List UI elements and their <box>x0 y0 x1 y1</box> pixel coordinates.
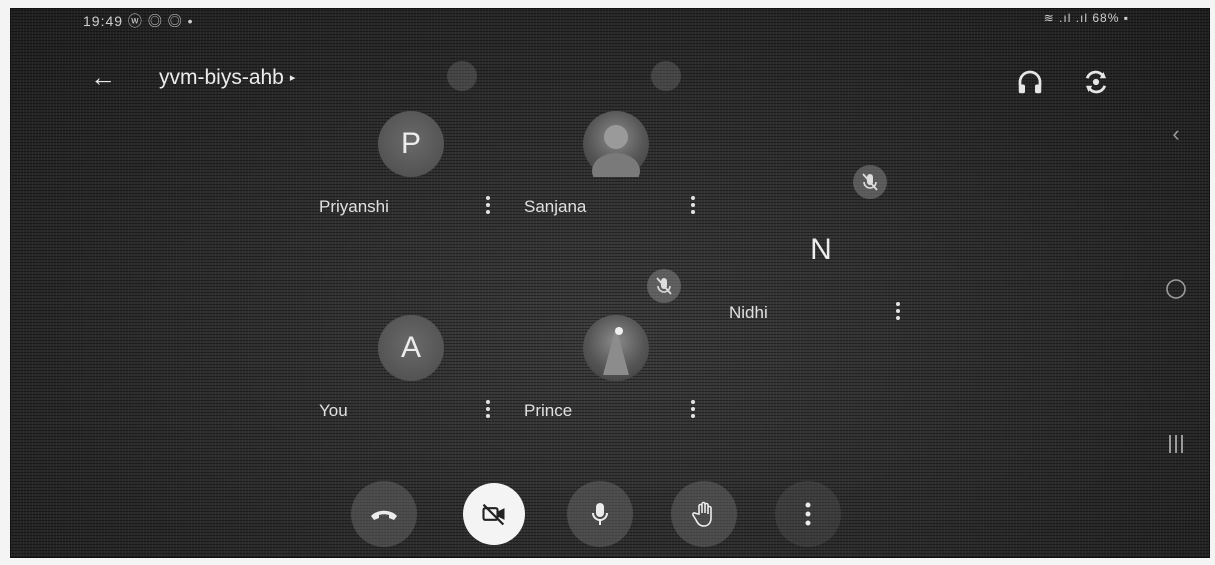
meeting-code-button[interactable]: yvm-biys-ahb ▸ <box>159 66 295 90</box>
switch-camera-icon[interactable] <box>1081 67 1111 97</box>
participant-tile[interactable]: N Nidhi <box>721 217 921 327</box>
avatar <box>583 315 649 381</box>
participant-tile[interactable]: Prince <box>516 315 716 425</box>
participant-name: Prince <box>524 401 573 420</box>
status-indicators: ≋ .ıl .ıl 68% ▪ <box>1043 11 1129 25</box>
meet-call-screen: 19:49 ⓦ ◎ ◎ • ≋ .ıl .ıl 68% ▪ ← yvm-biys… <box>10 8 1210 558</box>
end-call-button[interactable] <box>351 481 417 547</box>
participant-name: Priyanshi <box>319 197 389 216</box>
mic-off-icon <box>647 269 681 303</box>
caret-right-icon: ▸ <box>289 72 296 84</box>
participant-more-icon[interactable] <box>479 397 497 425</box>
nav-back-icon[interactable]: ‹ <box>1161 121 1191 147</box>
microphone-icon <box>592 503 608 525</box>
status-time: 19:49 ⓦ ◎ ◎ • <box>83 13 194 29</box>
participant-tile[interactable]: A You <box>311 315 511 425</box>
camera-toggle-button[interactable] <box>463 483 525 545</box>
meeting-code: yvm-biys-ahb <box>159 66 284 89</box>
participant-more-icon[interactable] <box>479 193 497 221</box>
participant-name: Nidhi <box>729 303 768 322</box>
mic-off-icon <box>853 165 887 199</box>
avatar: P <box>378 111 444 177</box>
participant-more-icon[interactable] <box>684 397 702 425</box>
back-arrow-icon[interactable]: ← <box>89 63 117 91</box>
participant-name: You <box>319 401 348 420</box>
more-options-icon <box>805 502 811 526</box>
end-call-icon <box>371 510 397 520</box>
ghost-blur-icon <box>447 61 477 91</box>
camera-off-icon <box>482 503 505 526</box>
participant-name: Sanjana <box>524 197 587 216</box>
avatar <box>583 111 649 189</box>
ghost-blur-icon <box>651 61 681 91</box>
nav-recents-icon[interactable] <box>1161 433 1191 460</box>
avatar: A <box>378 315 444 381</box>
raise-hand-button[interactable] <box>671 481 737 547</box>
headphones-icon[interactable] <box>1015 67 1045 97</box>
more-options-button[interactable] <box>775 481 841 547</box>
participant-tile[interactable]: Sanjana <box>516 111 716 221</box>
participant-tile[interactable]: P Priyanshi <box>311 111 511 221</box>
participant-more-icon[interactable] <box>684 193 702 221</box>
participant-more-icon[interactable] <box>889 299 907 327</box>
raise-hand-icon <box>692 501 712 527</box>
nav-home-icon[interactable] <box>1161 277 1191 306</box>
avatar: N <box>810 233 832 266</box>
microphone-button[interactable] <box>567 481 633 547</box>
